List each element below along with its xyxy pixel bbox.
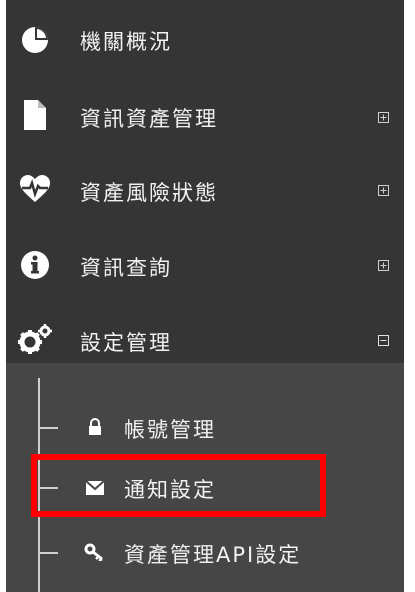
expand-plus-icon[interactable] (378, 260, 389, 271)
pie-chart-icon (18, 23, 52, 57)
document-icon (18, 98, 52, 132)
subitem-account-management[interactable]: 帳號管理 (6, 400, 404, 456)
subitem-asset-management-api-settings[interactable]: 資產管理API設定 (6, 525, 404, 581)
collapse-minus-icon[interactable] (378, 335, 389, 346)
sidebar: 機關概況 資訊資產管理 資產風險狀態 資訊查詢 設定管理 帳號管理 通知設定 資… (0, 0, 415, 592)
menu-item-info-query[interactable]: 資訊查詢 (6, 235, 404, 295)
heartbeat-icon (18, 172, 52, 206)
expand-plus-icon[interactable] (378, 112, 389, 123)
menu-item-settings-management[interactable]: 設定管理 (6, 310, 404, 370)
expand-plus-icon[interactable] (378, 185, 389, 196)
menu-item-label: 機關概況 (80, 30, 172, 54)
menu-item-label: 設定管理 (80, 331, 172, 355)
subitem-label: 資產管理API設定 (124, 543, 302, 567)
menu-item-label: 資訊資產管理 (80, 107, 218, 131)
menu-item-it-asset-management[interactable]: 資訊資產管理 (6, 85, 404, 145)
key-icon (84, 541, 106, 563)
menu-item-asset-risk-status[interactable]: 資產風險狀態 (6, 160, 404, 220)
menu-item-label: 資訊查詢 (80, 256, 172, 280)
info-icon (18, 248, 52, 282)
envelope-icon (84, 477, 106, 499)
right-edge (404, 0, 415, 592)
subitem-label: 帳號管理 (124, 418, 216, 442)
subitem-label: 通知設定 (124, 478, 216, 502)
menu-item-label: 資產風險狀態 (80, 181, 218, 205)
menu-item-agency-overview[interactable]: 機關概況 (6, 10, 404, 70)
lock-icon (84, 416, 106, 438)
subitem-notification-settings[interactable]: 通知設定 (6, 460, 404, 516)
gears-icon (18, 323, 52, 357)
